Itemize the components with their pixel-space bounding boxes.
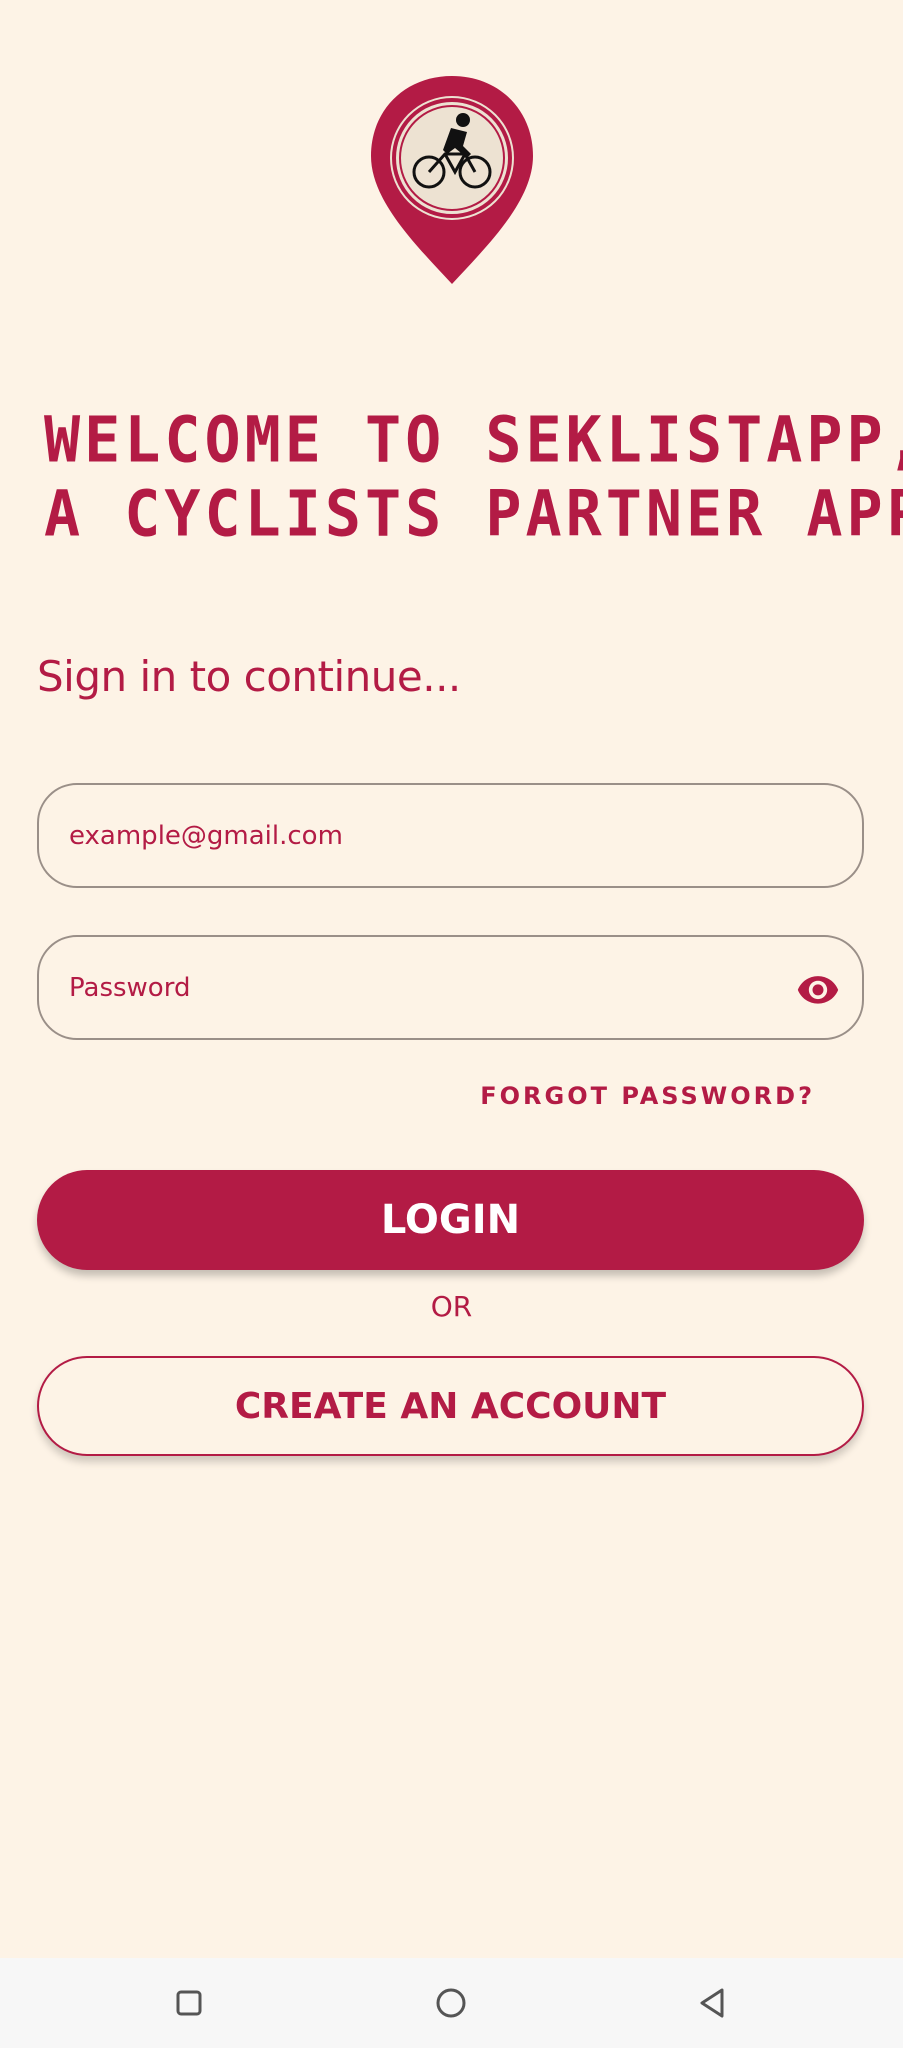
square-icon[interactable] (166, 1980, 212, 2026)
triangle-back-icon[interactable] (690, 1980, 736, 2026)
circle-icon[interactable] (428, 1980, 474, 2026)
or-divider-label: OR (430, 1290, 473, 1323)
password-input[interactable] (69, 937, 789, 1038)
welcome-heading: WELCOME TO SEKLISTAPP, A CYCLISTS PARTNE… (44, 404, 903, 552)
eye-icon[interactable] (796, 967, 840, 1011)
system-nav-bar (0, 1958, 903, 2048)
welcome-line-1: WELCOME TO SEKLISTAPP, (44, 404, 903, 478)
map-pin-cyclist-icon (371, 76, 533, 284)
signin-subtitle: Sign in to continue... (37, 652, 461, 701)
welcome-line-2: A CYCLISTS PARTNER APP (44, 477, 903, 552)
forgot-password-link[interactable]: FORGOT PASSWORD? (480, 1082, 815, 1110)
email-input[interactable] (69, 785, 789, 886)
create-account-button[interactable]: CREATE AN ACCOUNT (37, 1356, 864, 1456)
password-field-container (37, 935, 864, 1040)
login-button[interactable]: LOGIN (37, 1170, 864, 1270)
email-field-container (37, 783, 864, 888)
